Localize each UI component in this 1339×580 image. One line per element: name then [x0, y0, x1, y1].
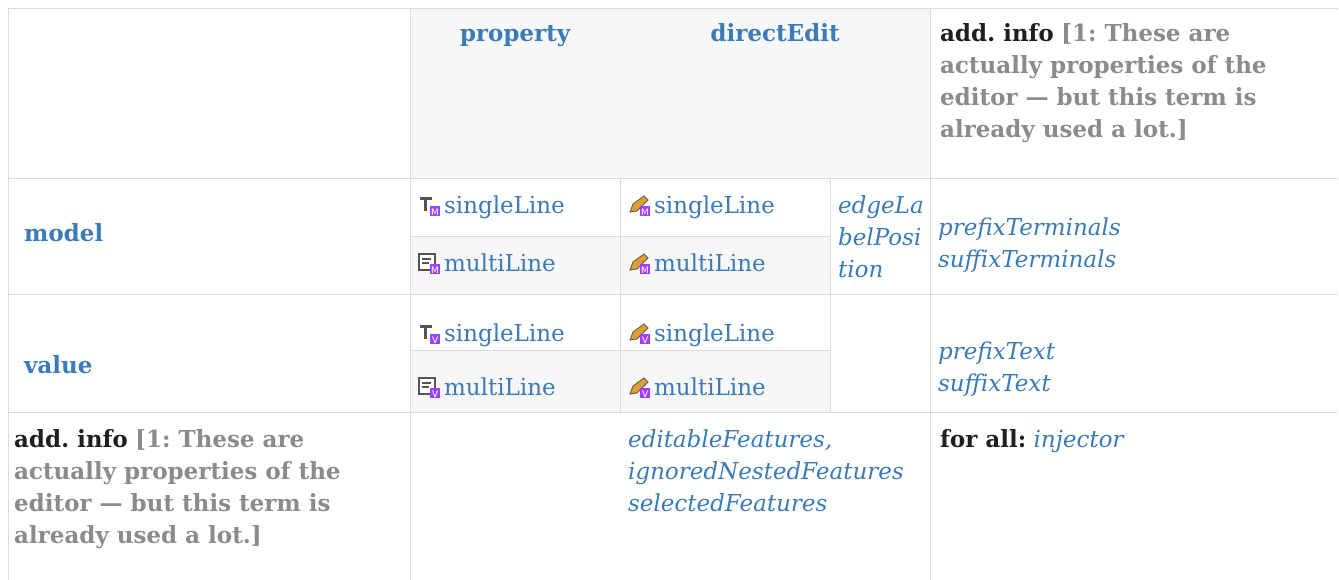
- value-info: prefixText suffixText: [938, 336, 1055, 400]
- property-model-single[interactable]: M singleLine: [418, 190, 565, 222]
- text-property-icon: M: [420, 197, 440, 216]
- selected-features[interactable]: selectedFeatures: [628, 488, 924, 520]
- prefix-terminals[interactable]: prefixTerminals: [938, 212, 1121, 244]
- suffix-text[interactable]: suffixText: [938, 368, 1055, 400]
- property-value-multi-label: multiLine: [444, 375, 556, 401]
- svg-text:V: V: [432, 336, 439, 344]
- direct-model-multi-label: multiLine: [654, 251, 766, 277]
- header-property[interactable]: property: [410, 18, 620, 50]
- pencil-edit-icon: M: [629, 253, 650, 274]
- header-addinfo-label: add. info: [940, 20, 1054, 47]
- svg-text:V: V: [642, 336, 649, 344]
- direct-value-single[interactable]: V singleLine: [628, 318, 775, 350]
- text-property-icon: V: [420, 325, 440, 344]
- pencil-edit-icon: V: [629, 323, 650, 344]
- direct-model-single[interactable]: M singleLine: [628, 190, 775, 222]
- edge-label-position[interactable]: edgeLabelPosition: [838, 190, 926, 286]
- svg-text:M: M: [431, 266, 439, 274]
- property-value-multi[interactable]: V multiLine: [418, 372, 556, 404]
- direct-model-multi[interactable]: M multiLine: [628, 248, 766, 280]
- textarea-property-icon: V: [418, 377, 440, 398]
- row-label-value[interactable]: value: [24, 350, 92, 382]
- property-value-single[interactable]: V singleLine: [418, 318, 565, 350]
- ignored-nested-features[interactable]: ignoredNestedFeatures: [628, 456, 924, 488]
- property-model-multi-label: multiLine: [444, 251, 556, 277]
- header-directedit[interactable]: directEdit: [620, 18, 930, 50]
- editable-features[interactable]: editableFeatures,: [628, 424, 924, 456]
- for-all: for all: injector: [940, 424, 1123, 456]
- row-label-model[interactable]: model: [24, 218, 103, 250]
- row-addinfo: add. info [1: These are actually propert…: [14, 424, 394, 552]
- suffix-terminals[interactable]: suffixTerminals: [938, 244, 1121, 276]
- for-all-label: for all:: [940, 426, 1027, 453]
- property-value-single-label: singleLine: [444, 321, 565, 347]
- addinfo-direct: editableFeatures, ignoredNestedFeatures …: [628, 424, 924, 520]
- svg-text:V: V: [642, 390, 649, 398]
- pencil-edit-icon: V: [629, 377, 650, 398]
- model-info: prefixTerminals suffixTerminals: [938, 212, 1121, 276]
- direct-value-multi-label: multiLine: [654, 375, 766, 401]
- svg-text:V: V: [432, 390, 439, 398]
- direct-value-multi[interactable]: V multiLine: [628, 372, 766, 404]
- injector-link[interactable]: injector: [1034, 427, 1124, 453]
- header-addinfo: add. info [1: These are actually propert…: [940, 18, 1300, 146]
- property-model-multi[interactable]: M multiLine: [418, 248, 556, 280]
- prefix-text[interactable]: prefixText: [938, 336, 1055, 368]
- direct-model-single-label: singleLine: [654, 193, 775, 219]
- pencil-edit-icon: M: [629, 195, 650, 216]
- property-model-single-label: singleLine: [444, 193, 565, 219]
- textarea-property-icon: M: [418, 253, 440, 274]
- features-table: property directEdit add. info [1: These …: [0, 0, 1339, 580]
- row-addinfo-label: add. info: [14, 426, 128, 453]
- svg-text:M: M: [431, 208, 439, 216]
- direct-value-single-label: singleLine: [654, 321, 775, 347]
- svg-text:M: M: [641, 266, 649, 274]
- svg-text:M: M: [641, 208, 649, 216]
